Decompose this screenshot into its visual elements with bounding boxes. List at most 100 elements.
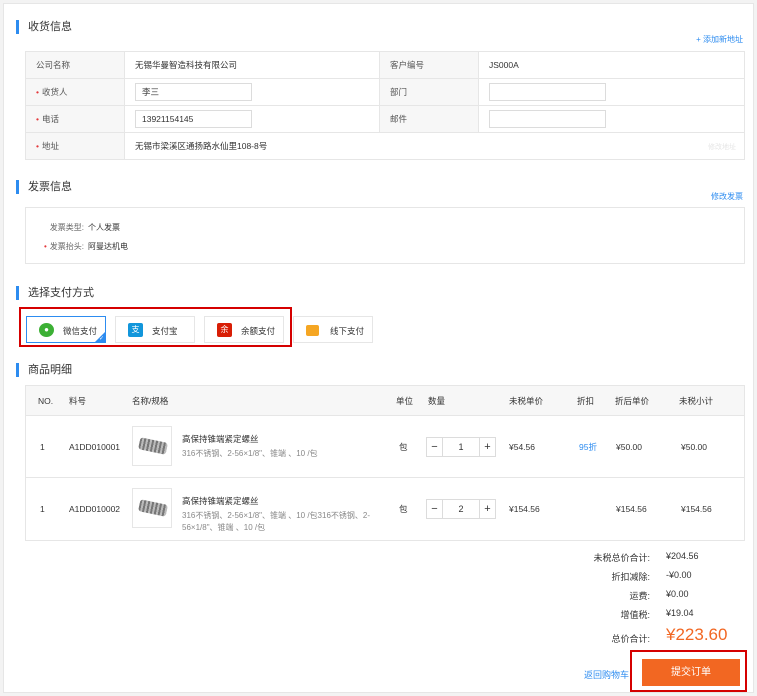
order-confirm-page: 收货信息 + 添加新地址 公司名称 无锡华曼智造科技有限公司 客户编号 JS00…	[3, 3, 754, 693]
edit-address-link[interactable]: 修改地址	[708, 142, 736, 152]
total-value: ¥223.60	[666, 625, 728, 644]
receiver-label: • 收货人	[25, 78, 125, 106]
pay-offline-button[interactable]: 线下支付	[293, 316, 373, 343]
products-table: NO. 料号 名称/规格 单位 数量 未税单价 折扣 折后单价 未税小计 1 A…	[25, 385, 745, 541]
highlight-box-submit	[630, 650, 747, 692]
phone-cell: 13921154145	[124, 105, 380, 133]
add-address-link[interactable]: + 添加新地址	[696, 34, 743, 45]
discount-value: -¥0.00	[666, 570, 692, 580]
row-price: ¥54.56	[509, 441, 535, 452]
invoice-box: 发票类型: 个人发票 • 发票抬头: 阿曼达机电	[25, 207, 745, 264]
company-label: 公司名称	[25, 51, 125, 79]
row-sku: A1DD010001	[69, 441, 121, 452]
required-mark: •	[36, 141, 39, 151]
products-header: NO. 料号 名称/规格 单位 数量 未税单价 折扣 折后单价 未税小计	[26, 386, 744, 416]
vat-label: 增值税:	[620, 610, 650, 620]
highlight-box-payment	[19, 307, 292, 347]
vat-value: ¥19.04	[666, 608, 694, 618]
quantity-stepper: − 2 +	[426, 499, 496, 519]
phone-input[interactable]: 13921154145	[135, 110, 252, 128]
row-no: 1	[40, 504, 45, 514]
consignee-table: 公司名称 无锡华曼智造科技有限公司 客户编号 JS000A • 收货人 李三 部门…	[25, 51, 745, 160]
product-name[interactable]: 高保持锥端紧定螺丝	[182, 495, 259, 507]
department-cell	[478, 78, 745, 106]
table-row: 1 A1DD010001 高保持锥端紧定螺丝 316不锈钢、2-56×1/8"、…	[26, 416, 744, 478]
decrease-button[interactable]: −	[427, 438, 443, 456]
department-label: 部门	[379, 78, 479, 106]
col-name: 名称/规格	[132, 395, 169, 406]
consignee-section-title: 收货信息	[16, 20, 72, 34]
shipping-value: ¥0.00	[666, 589, 689, 599]
offline-icon	[306, 325, 319, 336]
product-name[interactable]: 高保持锥端紧定螺丝	[182, 433, 259, 445]
required-mark: •	[36, 87, 39, 97]
increase-button[interactable]: +	[479, 500, 495, 518]
row-no: 1	[40, 441, 45, 452]
consignee-row-phone: • 电话 13921154145 邮件	[25, 105, 745, 133]
address-text: 无锡市梁溪区通扬路水仙里108-8号	[135, 141, 268, 151]
check-icon: ✓	[98, 336, 104, 342]
pay-offline-label: 线下支付	[330, 326, 365, 336]
receiver-cell: 李三	[124, 78, 380, 106]
company-value: 无锡华曼智造科技有限公司	[124, 51, 380, 79]
invoice-header-value: 阿曼达机电	[88, 242, 128, 251]
col-unit: 单位	[396, 395, 414, 406]
email-label: 邮件	[379, 105, 479, 133]
required-mark: •	[43, 242, 47, 251]
shipping-label: 运费:	[629, 591, 650, 601]
discount-label: 折扣减除:	[611, 572, 650, 582]
row-price: ¥154.56	[509, 504, 540, 514]
invoice-header-label: • 发票抬头:	[43, 242, 84, 251]
row-disc-price: ¥154.56	[616, 504, 647, 514]
invoice-section-title: 发票信息	[16, 180, 72, 194]
row-subtotal: ¥50.00	[681, 441, 707, 452]
quantity-input[interactable]: 1	[443, 438, 479, 456]
decrease-button[interactable]: −	[427, 500, 443, 518]
email-cell	[478, 105, 745, 133]
col-qty: 数量	[428, 395, 446, 406]
customer-no-value: JS000A	[478, 51, 745, 79]
product-image[interactable]	[132, 426, 172, 466]
col-discount: 折扣	[577, 395, 595, 406]
invoice-type-row: 发票类型: 个人发票	[26, 222, 120, 233]
increase-button[interactable]: +	[479, 438, 495, 456]
row-subtotal: ¥154.56	[681, 504, 712, 514]
total-label: 总价合计:	[611, 634, 650, 644]
receiver-input[interactable]: 李三	[135, 83, 252, 101]
product-spec: 316不锈钢、2-56×1/8"、锥端 、10 /包	[182, 449, 318, 458]
row-disc-price: ¥50.00	[616, 441, 642, 452]
row-unit: 包	[399, 504, 408, 514]
table-row: 1 A1DD010002 高保持锥端紧定螺丝 316不锈钢、2-56×1/8"、…	[26, 478, 744, 540]
quantity-stepper: − 1 +	[426, 437, 496, 457]
products-section-title: 商品明细	[16, 363, 72, 377]
consignee-row-address: • 地址 无锡市梁溪区通扬路水仙里108-8号 修改地址	[25, 132, 745, 160]
required-mark: •	[36, 114, 39, 124]
col-disc-price: 折后单价	[615, 395, 650, 406]
email-input[interactable]	[489, 110, 606, 128]
consignee-row-company: 公司名称 无锡华曼智造科技有限公司 客户编号 JS000A	[25, 51, 745, 79]
col-subtotal: 未税小计	[679, 395, 714, 406]
row-unit: 包	[399, 441, 408, 452]
phone-label: • 电话	[25, 105, 125, 133]
product-spec: 316不锈钢、2-56×1/8"、锥端 、10 /包316不锈钢、2-56×1/…	[182, 511, 371, 532]
payment-section-title: 选择支付方式	[16, 286, 94, 300]
pretax-label: 未税总价合计:	[593, 553, 650, 563]
invoice-header-row: • 发票抬头: 阿曼达机电	[26, 241, 128, 252]
address-label: • 地址	[25, 132, 125, 160]
product-image[interactable]	[132, 488, 172, 528]
consignee-row-receiver: • 收货人 李三 部门	[25, 78, 745, 106]
pretax-value: ¥204.56	[666, 551, 699, 561]
address-value: 无锡市梁溪区通扬路水仙里108-8号 修改地址	[124, 132, 745, 160]
col-price: 未税单价	[509, 395, 544, 406]
edit-invoice-link[interactable]: 修改发票	[711, 191, 743, 202]
col-sku: 料号	[69, 395, 87, 406]
row-sku: A1DD010002	[69, 504, 121, 514]
invoice-type-value: 个人发票	[88, 223, 120, 232]
invoice-type-label: 发票类型:	[49, 223, 84, 232]
col-no: NO.	[38, 395, 54, 406]
row-discount: 95折	[579, 441, 597, 452]
quantity-input[interactable]: 2	[443, 500, 479, 518]
customer-no-label: 客户编号	[379, 51, 479, 79]
department-input[interactable]	[489, 83, 606, 101]
back-to-cart-link[interactable]: 返回购物车	[584, 668, 629, 681]
